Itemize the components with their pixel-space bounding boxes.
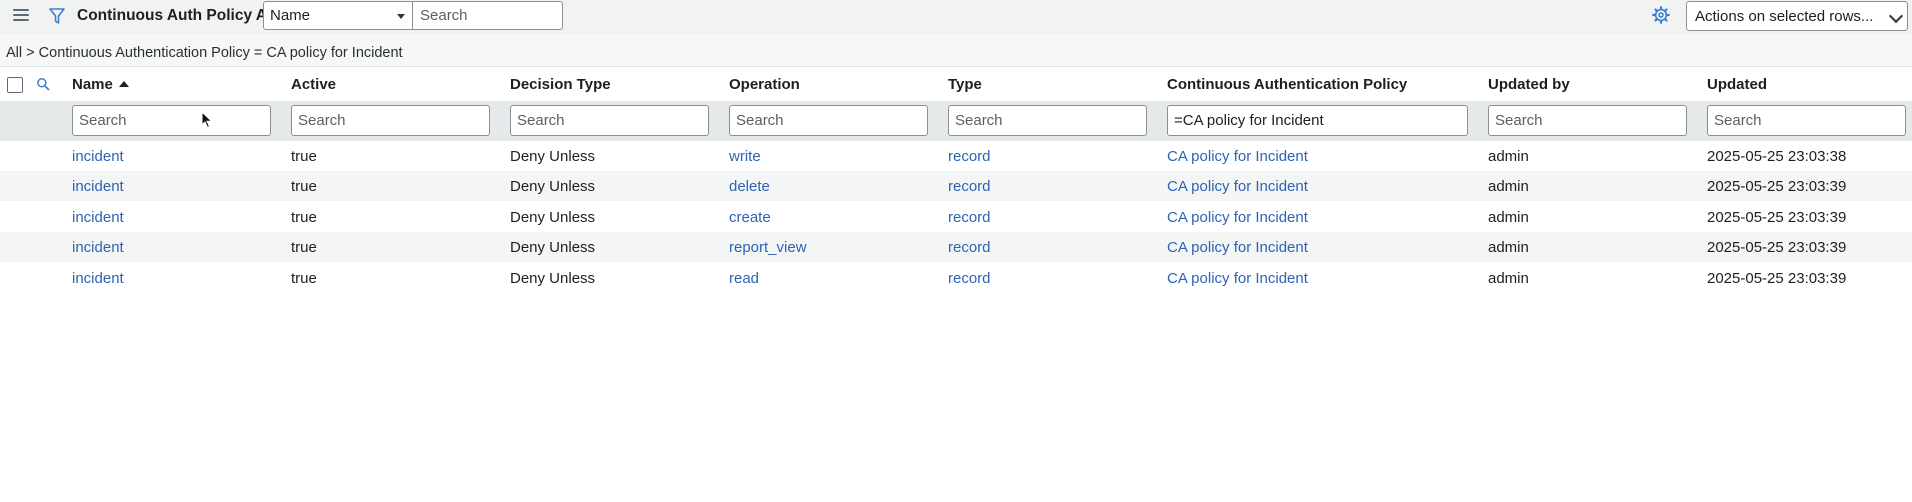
- actions-on-selected-rows-select[interactable]: Actions on selected rows...: [1686, 1, 1908, 31]
- actions-select-label: Actions on selected rows...: [1695, 8, 1874, 25]
- updated-value: 2025-05-25 23:03:39: [1707, 270, 1847, 287]
- column-header-label: Name: [72, 76, 113, 93]
- policy-link[interactable]: CA policy for Incident: [1167, 239, 1308, 256]
- sort-ascending-icon: [118, 81, 129, 87]
- column-header-updated[interactable]: Updated: [1707, 76, 1767, 93]
- active-value: true: [291, 209, 317, 226]
- search-field-select-value: Name: [270, 7, 311, 24]
- column-header-name[interactable]: Name: [72, 76, 129, 93]
- column-header-operation[interactable]: Operation: [729, 76, 800, 93]
- policy-link[interactable]: CA policy for Incident: [1167, 209, 1308, 226]
- name-link[interactable]: incident: [72, 239, 124, 256]
- updated-by-value: admin: [1488, 148, 1529, 165]
- policy-search-input[interactable]: [1167, 105, 1468, 136]
- name-search-input[interactable]: [72, 105, 271, 136]
- mouse-cursor-icon: [201, 111, 213, 129]
- policy-link[interactable]: CA policy for Incident: [1167, 178, 1308, 195]
- decision-type-value: Deny Unless: [510, 209, 596, 226]
- active-value: true: [291, 148, 317, 165]
- filter-icon[interactable]: [49, 7, 65, 25]
- column-header-active[interactable]: Active: [291, 76, 336, 93]
- type-link[interactable]: record: [948, 209, 991, 226]
- hamburger-menu-icon[interactable]: [13, 9, 29, 23]
- updated-value: 2025-05-25 23:03:39: [1707, 239, 1847, 256]
- table-row: incident true Deny Unless write record C…: [0, 141, 1912, 171]
- column-header-type[interactable]: Type: [948, 76, 982, 93]
- policy-link[interactable]: CA policy for Incident: [1167, 148, 1308, 165]
- operation-link[interactable]: create: [729, 209, 771, 226]
- active-value: true: [291, 270, 317, 287]
- updated-by-value: admin: [1488, 209, 1529, 226]
- operation-link[interactable]: write: [729, 148, 761, 165]
- decision-type-value: Deny Unless: [510, 270, 596, 287]
- updated-by-search-input[interactable]: [1488, 105, 1687, 136]
- updated-by-value: admin: [1488, 239, 1529, 256]
- name-link[interactable]: incident: [72, 209, 124, 226]
- search-field-select[interactable]: Name: [263, 1, 413, 30]
- search-icon[interactable]: [36, 77, 50, 91]
- list-search-input[interactable]: [413, 1, 563, 30]
- decision-type-value: Deny Unless: [510, 239, 596, 256]
- table-row: incident true Deny Unless create record …: [0, 202, 1912, 232]
- updated-value: 2025-05-25 23:03:39: [1707, 178, 1847, 195]
- operation-link[interactable]: read: [729, 270, 759, 287]
- table-row: incident true Deny Unless read record CA…: [0, 263, 1912, 293]
- caret-down-icon: [397, 14, 405, 19]
- table-row: incident true Deny Unless report_view re…: [0, 232, 1912, 262]
- decision-type-value: Deny Unless: [510, 178, 596, 195]
- updated-search-input[interactable]: [1707, 105, 1906, 136]
- breadcrumb-condition[interactable]: Continuous Authentication Policy = CA po…: [39, 45, 403, 61]
- active-search-input[interactable]: [291, 105, 490, 136]
- column-header-policy[interactable]: Continuous Authentication Policy: [1167, 76, 1407, 93]
- decision-type-search-input[interactable]: [510, 105, 709, 136]
- updated-value: 2025-05-25 23:03:39: [1707, 209, 1847, 226]
- updated-value: 2025-05-25 23:03:38: [1707, 148, 1847, 165]
- select-all-checkbox[interactable]: [7, 77, 23, 93]
- type-search-input[interactable]: [948, 105, 1147, 136]
- name-link[interactable]: incident: [72, 148, 124, 165]
- table-row: incident true Deny Unless delete record …: [0, 171, 1912, 201]
- updated-by-value: admin: [1488, 270, 1529, 287]
- gear-icon[interactable]: [1652, 6, 1670, 24]
- active-value: true: [291, 178, 317, 195]
- type-link[interactable]: record: [948, 178, 991, 195]
- breadcrumb-all[interactable]: All: [6, 45, 22, 61]
- column-header-updated-by[interactable]: Updated by: [1488, 76, 1570, 93]
- column-header-decision-type[interactable]: Decision Type: [510, 76, 611, 93]
- operation-link[interactable]: report_view: [729, 239, 807, 256]
- decision-type-value: Deny Unless: [510, 148, 596, 165]
- type-link[interactable]: record: [948, 239, 991, 256]
- breadcrumb-separator: >: [26, 45, 35, 61]
- name-link[interactable]: incident: [72, 270, 124, 287]
- operation-link[interactable]: delete: [729, 178, 770, 195]
- policy-link[interactable]: CA policy for Incident: [1167, 270, 1308, 287]
- name-link[interactable]: incident: [72, 178, 124, 195]
- type-link[interactable]: record: [948, 270, 991, 287]
- operation-search-input[interactable]: [729, 105, 928, 136]
- active-value: true: [291, 239, 317, 256]
- type-link[interactable]: record: [948, 148, 991, 165]
- chevron-down-icon: [1888, 8, 1904, 24]
- breadcrumb: All > Continuous Authentication Policy =…: [0, 34, 1912, 67]
- updated-by-value: admin: [1488, 178, 1529, 195]
